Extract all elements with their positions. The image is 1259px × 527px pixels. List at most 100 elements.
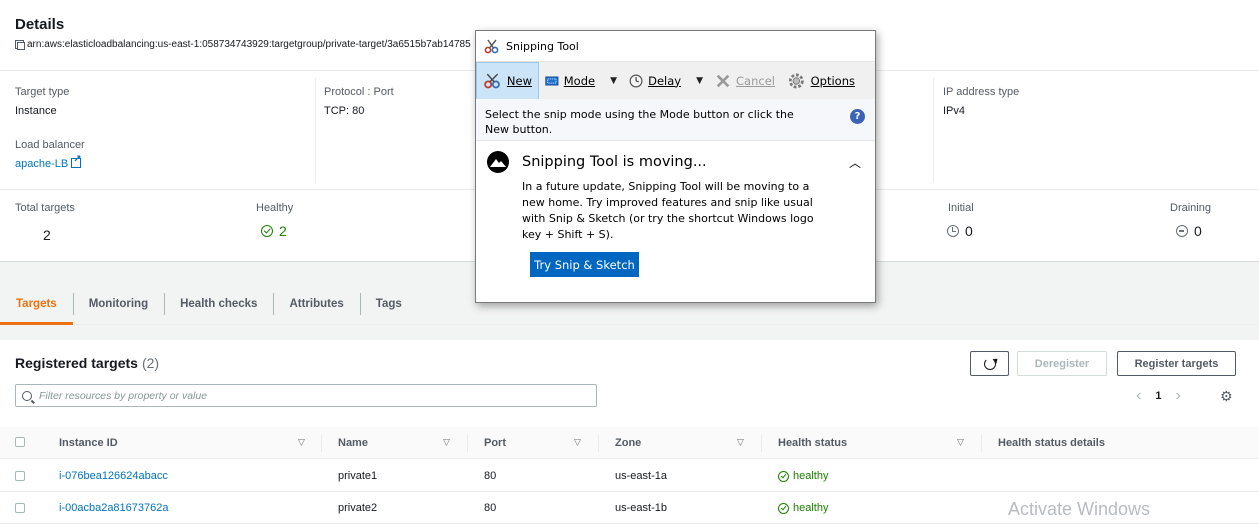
refresh-button[interactable] [970, 351, 1009, 376]
column-label: Port [484, 437, 506, 449]
target-type-label: Target type [15, 86, 70, 98]
mode-button[interactable]: Mode ▼ [539, 62, 623, 100]
tab-health-checks[interactable]: Health checks [164, 283, 273, 324]
draining-value: 0 [1194, 223, 1202, 239]
delay-button[interactable]: Delay ▼ [623, 62, 709, 100]
current-page[interactable]: 1 [1155, 390, 1161, 402]
check-circle-icon [778, 502, 789, 514]
column-name[interactable]: Name [338, 427, 368, 459]
check-circle-icon [261, 225, 273, 237]
deregister-button[interactable]: Deregister [1017, 351, 1107, 376]
draining-stat: 0 [1176, 223, 1202, 239]
arn-line: arn:aws:elasticloadbalancing:us-east-1:0… [15, 39, 471, 50]
options-button[interactable]: Options [781, 62, 861, 100]
help-icon[interactable]: ? [850, 109, 865, 124]
column-zone[interactable]: Zone [615, 427, 641, 459]
chevron-up-icon[interactable]: ︿ [849, 154, 861, 171]
column-divider [321, 434, 322, 452]
snipping-tool-title: Snipping Tool [506, 39, 579, 53]
load-balancer-link[interactable]: apache-LB [15, 154, 82, 170]
snipping-tool-window: Snipping Tool New Mode ▼ Delay ▼ Cancel … [475, 30, 876, 303]
column-divider [981, 434, 982, 452]
pending-clock-icon [947, 225, 959, 237]
column-divider [315, 78, 316, 183]
draining-label: Draining [1170, 202, 1211, 214]
sort-down-icon[interactable]: ▽ [737, 437, 744, 448]
tab-monitoring[interactable]: Monitoring [72, 283, 164, 324]
search-icon [22, 390, 32, 401]
gear-icon [788, 73, 804, 88]
initial-stat: 0 [947, 223, 973, 239]
dropdown-caret-icon[interactable]: ▼ [696, 76, 703, 86]
mode-label: Mode [563, 73, 596, 88]
snip-mode-hint-text: Select the snip mode using the Mode butt… [485, 108, 794, 136]
load-balancer-name: apache-LB [15, 158, 69, 170]
snip-sketch-icon [487, 151, 509, 173]
registered-targets-count: (2) [141, 355, 160, 371]
new-snip-button[interactable]: New [476, 61, 539, 100]
details-title: Details [15, 16, 65, 33]
select-all-checkbox[interactable] [15, 437, 25, 447]
total-targets-label: Total targets [15, 202, 75, 214]
column-port[interactable]: Port [484, 427, 506, 459]
dropdown-caret-icon[interactable]: ▼ [610, 76, 617, 86]
column-label: Health status [778, 437, 848, 449]
cancel-label: Cancel [736, 73, 775, 88]
prev-page-chevron-icon[interactable]: ‹ [1136, 387, 1141, 405]
copy-icon[interactable] [15, 40, 25, 50]
target-zone: us-east-1a [615, 470, 667, 482]
column-health-status-details[interactable]: Health status details [998, 427, 1105, 459]
sort-down-icon[interactable]: ▽ [443, 437, 450, 448]
instance-id-link[interactable]: i-00acba2a81673762a [59, 492, 169, 524]
check-circle-icon [778, 470, 789, 482]
column-divider [598, 434, 599, 452]
column-instance-id[interactable]: Instance ID [59, 427, 118, 459]
close-x-icon [716, 74, 730, 87]
load-balancer-label: Load balancer [15, 139, 85, 151]
health-status-text: healthy [793, 502, 829, 514]
moving-notice-title: Snipping Tool is moving... [522, 154, 707, 170]
filter-input[interactable] [39, 389, 579, 402]
register-targets-button[interactable]: Register targets [1117, 351, 1236, 376]
gear-icon[interactable]: ⚙ [1220, 388, 1233, 405]
sort-down-icon[interactable]: ▽ [957, 437, 964, 448]
health-status: healthy [778, 460, 828, 492]
table-row[interactable]: i-076bea126624abacc private1 80 us-east-… [0, 460, 1259, 492]
row-checkbox[interactable] [15, 503, 25, 513]
next-page-chevron-icon[interactable]: › [1175, 387, 1180, 405]
sort-down-icon[interactable]: ▽ [298, 437, 305, 448]
table-header: Instance ID ▽ Name ▽ Port ▽ Zone ▽ Healt… [0, 427, 1259, 459]
column-divider [933, 78, 934, 183]
column-label: Health status details [998, 437, 1105, 449]
tab-targets[interactable]: Targets [0, 283, 73, 325]
row-checkbox[interactable] [15, 471, 25, 481]
healthy-value: 2 [279, 223, 287, 239]
tab-attributes[interactable]: Attributes [273, 283, 359, 324]
scissors-icon [484, 73, 500, 88]
tab-tags[interactable]: Tags [359, 283, 418, 324]
ip-type-value: IPv4 [943, 105, 966, 117]
delay-label: Delay [648, 73, 682, 88]
cancel-button[interactable]: Cancel [709, 62, 781, 100]
healthy-label: Healthy [256, 202, 294, 214]
column-divider [761, 434, 762, 452]
initial-value: 0 [965, 223, 973, 239]
protocol-value: TCP: 80 [324, 105, 365, 117]
try-snip-sketch-button[interactable]: Try Snip & Sketch [530, 252, 639, 277]
new-label: New [506, 73, 532, 88]
registered-targets-heading: Registered targets (2) [15, 355, 159, 371]
target-name: private1 [338, 470, 378, 482]
snipping-toolbar: New Mode ▼ Delay ▼ Cancel Options [476, 61, 875, 100]
snipping-tool-titlebar[interactable]: Snipping Tool [476, 31, 875, 61]
clock-icon [629, 74, 643, 87]
activate-windows-watermark: Activate Windows [1008, 499, 1151, 519]
instance-id-link[interactable]: i-076bea126624abacc [59, 460, 168, 492]
moving-notice: Snipping Tool is moving... ︿ In a future… [476, 145, 875, 277]
sort-down-icon[interactable]: ▽ [574, 437, 581, 448]
target-port: 80 [484, 502, 497, 514]
moving-notice-header: Snipping Tool is moving... ︿ [486, 145, 865, 179]
column-health-status[interactable]: Health status [778, 427, 847, 459]
registered-targets-title: Registered targets [15, 355, 138, 371]
snip-mode-hint: Select the snip mode using the Mode butt… [476, 99, 875, 141]
rectangle-snip-icon [545, 76, 559, 85]
